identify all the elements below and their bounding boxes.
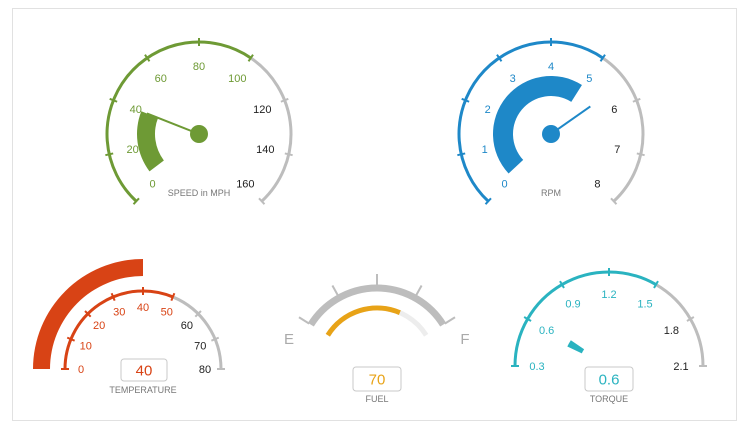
gauges-canvas: 020406080100120140160SPEED in MPH0123456… bbox=[33, 38, 707, 404]
scale-tick bbox=[457, 152, 466, 157]
rpm-needle-cap bbox=[542, 125, 560, 143]
scale-label: 20 bbox=[93, 320, 105, 332]
fuel-title: FUEL bbox=[365, 394, 388, 404]
scale-label: 80 bbox=[199, 364, 211, 376]
scale-tick bbox=[632, 97, 641, 103]
rpm-scale-active bbox=[457, 40, 604, 203]
torque-value: 0.6 bbox=[599, 372, 620, 389]
scale-tick bbox=[444, 316, 456, 325]
scale-label: 0 bbox=[150, 179, 156, 191]
scale-label: 20 bbox=[127, 144, 139, 156]
torque-gauge: 0.3 0.6 0.9 1.2 1.5 1.8 2.1 0.6 TORQUE bbox=[511, 268, 707, 404]
speed-gauge: 0 20 40 60 80 100 120 140 160 SPEED in MPH bbox=[105, 38, 293, 205]
scale-label: 120 bbox=[253, 104, 271, 116]
rpm-range bbox=[492, 75, 582, 174]
speed-needle-cap bbox=[190, 125, 208, 143]
scale-label: 0.3 bbox=[529, 361, 544, 373]
fuel-bar bbox=[325, 305, 401, 337]
scale-label: 40 bbox=[137, 302, 149, 314]
temperature-gauge: 0 1020 30 40 50 6070 80 40 TEMPERATURE bbox=[33, 259, 225, 395]
scale-tick bbox=[110, 292, 116, 302]
scale-tick bbox=[66, 336, 76, 342]
scale-label: 80 bbox=[193, 61, 205, 73]
scale-tick bbox=[280, 97, 289, 103]
scale-label: 1.2 bbox=[601, 289, 616, 301]
fuel-gauge: E F 70 FUEL bbox=[284, 274, 470, 404]
rpm-scale-inactive bbox=[601, 56, 645, 203]
fuel-full-label: F bbox=[460, 331, 469, 348]
scale-tick bbox=[636, 152, 645, 157]
torque-range bbox=[567, 340, 585, 354]
scale-tick bbox=[414, 285, 423, 297]
scale-label: 100 bbox=[228, 73, 246, 85]
rpm-title: RPM bbox=[541, 188, 561, 198]
scale-label: 4 bbox=[548, 61, 554, 73]
scale-label: 6 bbox=[611, 104, 617, 116]
scale-label: 5 bbox=[586, 73, 592, 85]
scale-label: 10 bbox=[80, 340, 92, 352]
speed-title: SPEED in MPH bbox=[168, 188, 231, 198]
scale-label: 140 bbox=[256, 144, 274, 156]
scale-label: 60 bbox=[155, 73, 167, 85]
torque-scale-active bbox=[513, 270, 657, 367]
temperature-scale-active bbox=[63, 289, 174, 370]
fuel-empty-label: E bbox=[284, 331, 294, 348]
scale-tick bbox=[461, 97, 470, 103]
scale-label: 3 bbox=[510, 73, 516, 85]
scale-label: 0 bbox=[78, 364, 84, 376]
scale-tick bbox=[170, 292, 176, 302]
speed-scale-inactive bbox=[249, 56, 293, 203]
scale-label: 60 bbox=[181, 320, 193, 332]
speed-scale-active bbox=[105, 40, 252, 203]
temperature-value: 40 bbox=[136, 363, 153, 380]
scale-tick bbox=[105, 152, 114, 157]
scale-label: 1.5 bbox=[637, 299, 652, 311]
torque-title: TORQUE bbox=[590, 394, 628, 404]
temperature-title: TEMPERATURE bbox=[109, 385, 176, 395]
scale-label: 1.8 bbox=[664, 325, 679, 337]
scale-label: 40 bbox=[130, 104, 142, 116]
scale-label: 8 bbox=[594, 179, 600, 191]
scale-tick bbox=[109, 97, 118, 103]
gauges-panel: 0 20 40 60 80 100 120 140 160 SPEED in MPH 0 1 2 3 4 5 6… bbox=[12, 8, 737, 421]
scale-label: 0.9 bbox=[565, 299, 580, 311]
scale-label: 2.1 bbox=[673, 361, 688, 373]
scale-label: 30 bbox=[113, 307, 125, 319]
scale-label: 2 bbox=[485, 104, 491, 116]
rpm-gauge: 0 1 2 3 4 5 6 7 8 RPM bbox=[457, 38, 645, 205]
scale-tick bbox=[284, 152, 293, 157]
scale-label: 50 bbox=[161, 307, 173, 319]
scale-label: 160 bbox=[236, 179, 254, 191]
scale-tick bbox=[331, 285, 340, 297]
scale-label: 1 bbox=[482, 144, 488, 156]
speed-range bbox=[137, 111, 164, 172]
scale-label: 0 bbox=[502, 179, 508, 191]
scale-label: 0.6 bbox=[539, 325, 554, 337]
scale-label: 7 bbox=[614, 144, 620, 156]
temperature-scale-inactive bbox=[172, 295, 223, 370]
fuel-value: 70 bbox=[369, 372, 386, 389]
scale-tick bbox=[210, 336, 220, 342]
scale-label: 70 bbox=[194, 340, 206, 352]
scale-tick bbox=[298, 316, 310, 325]
